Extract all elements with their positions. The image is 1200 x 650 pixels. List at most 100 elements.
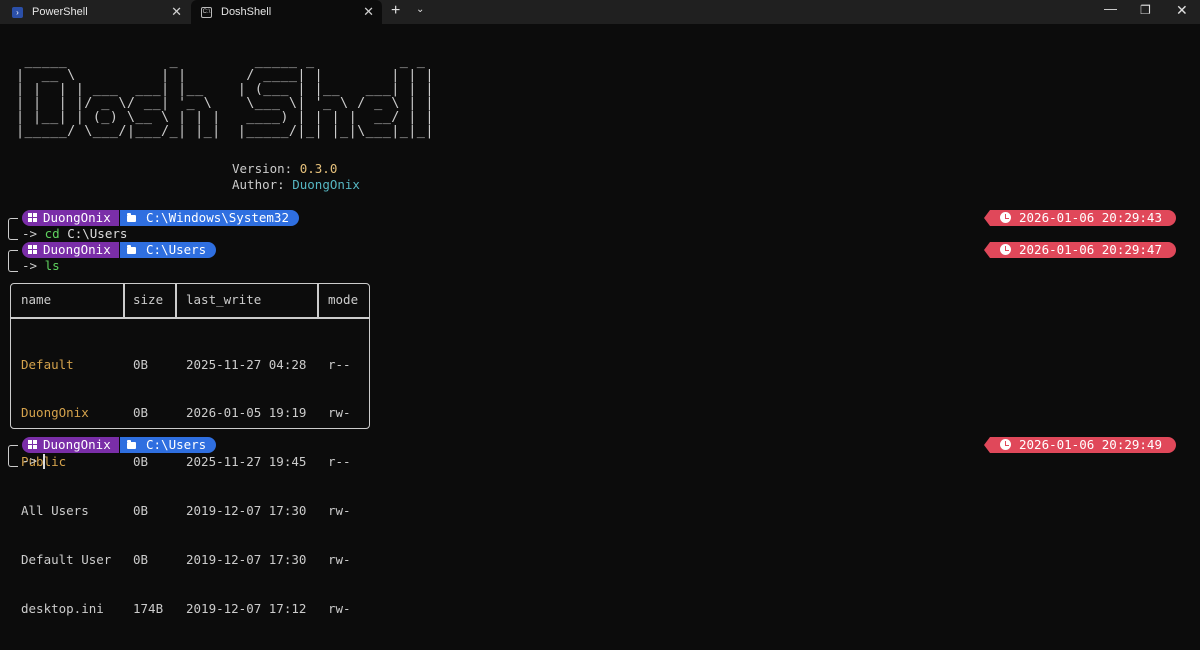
version-value: 0.3.0 [299,161,338,176]
user-name: DuongOnix [43,242,111,257]
table-cell-last-write: 2019-12-07 17:30 [186,552,307,568]
new-tab-button[interactable]: + [391,2,400,20]
table-cell-size: 0B [133,454,149,470]
ascii-line: | | | |/ _ \/ __| '_ \ \___ \| '_ \ / _ … [16,95,434,111]
close-window-button[interactable]: ✕ [1176,2,1188,19]
table-cell-name: Default User [21,552,112,568]
prompt-arrow: -> [22,258,38,273]
command-name: cd [44,226,60,241]
tab-powershell[interactable]: › PowerShell ✕ [0,0,190,24]
timestamp-segment: 2026-01-06 20:29:49 [984,437,1176,453]
table-cell-last-write: 2026-01-05 19:19 [186,405,307,421]
prompt-arrow: -> [22,453,38,468]
table-cell-mode: rw- [328,405,351,421]
author-line: Author: DuongOnix [232,177,360,192]
ascii-banner: _____ _ _____ _ _ _ | __ \ | | / ____| |… [16,54,434,138]
user-segment: DuongOnix [22,210,119,226]
column-divider [317,284,319,317]
ls-output-table: name size last_write mode Default DuongO… [10,283,370,616]
column-divider [123,284,125,317]
terminal-area[interactable]: _____ _ _____ _ _ _ | __ \ | | / ____| |… [0,24,1200,644]
table-cell-size: 0B [133,356,149,372]
tab-label: PowerShell [32,6,88,18]
user-segment: DuongOnix [22,437,119,453]
command-line[interactable]: -> [22,453,45,469]
mode-column: r-- rw- r-- rw- rw- rw- [328,324,373,650]
timestamp: 2026-01-06 20:29:43 [1019,210,1162,225]
timestamp-segment: 2026-01-06 20:29:43 [984,210,1176,226]
command-line: -> cd C:\Users [22,226,127,242]
text-cursor [43,454,45,469]
prompt-arrow: -> [22,226,38,241]
table-cell-last-write: 2025-11-27 19:45 [186,454,307,470]
windows-icon [28,213,37,222]
table-cell-size: 0B [133,405,149,421]
command-arg: C:\Users [67,226,128,241]
ascii-line: _____ _ _____ _ _ _ [16,53,434,69]
timestamp-segment: 2026-01-06 20:29:47 [984,242,1176,258]
author-value: DuongOnix [292,177,360,192]
table-cell-mode: rw- [328,601,351,617]
tab-doshshell[interactable]: C:\ DoshShell ✕ [191,0,382,24]
timestamp: 2026-01-06 20:29:49 [1019,437,1162,452]
table-cell-size: 0B [133,552,149,568]
table-cell-size: 174B [133,601,164,617]
last-write-column: 2025-11-27 04:28 2026-01-05 19:19 2025-1… [186,324,306,650]
version-line: Version: 0.3.0 [232,161,337,176]
name-column: Default DuongOnix Public All Users Defau… [21,324,111,650]
user-name: DuongOnix [43,210,111,225]
table-cell-last-write: 2025-11-27 04:28 [186,356,307,372]
prompt-connector [8,218,18,240]
table-cell-mode: r-- [328,356,351,372]
path-text: C:\Windows\System32 [146,210,289,225]
ascii-line: |_____/ \___/|___/_| |_| |_____/|_| |_|\… [16,123,434,139]
clock-icon [1000,439,1011,450]
prompt-connector [8,250,18,272]
clock-icon [1000,212,1011,223]
size-column: 0B 0B 0B 0B 0B 174B [133,324,178,650]
table-cell-name: desktop.ini [21,601,104,617]
version-label: Version: [232,161,300,176]
path-segment: C:\Windows\System32 [120,210,299,226]
user-segment: DuongOnix [22,242,119,258]
powershell-icon: › [12,6,23,18]
ascii-line: | |__| | (_) \__ \ | | | ____) | | | | _… [16,109,434,125]
windows-icon [28,440,37,449]
path-segment: C:\Users [120,437,217,453]
path-text: C:\Users [146,437,207,452]
table-cell-mode: rw- [328,503,351,519]
clock-icon [1000,244,1011,255]
ascii-line: | | | | ___ ___| |__ | (___ | |__ ___| |… [16,81,434,97]
folder-icon [127,213,136,222]
column-header-mode: mode [328,292,359,307]
table-cell-name: DuongOnix [21,405,89,421]
tab-label: DoshShell [221,6,272,18]
tab-bar: › PowerShell ✕ C:\ DoshShell ✕ + ⌄ — ❐ ✕ [0,0,1200,24]
table-cell-last-write: 2019-12-07 17:30 [186,503,307,519]
tab-close-icon[interactable]: ✕ [363,4,374,20]
ascii-line: | __ \ | | / ____| | | | | [16,67,434,83]
command-line: -> ls [22,258,60,274]
chevron-down-icon[interactable]: ⌄ [416,4,424,15]
column-header-size: size [133,292,164,307]
table-cell-size: 0B [133,503,149,519]
terminal-icon: C:\ [201,6,212,18]
table-cell-name: All Users [21,503,89,519]
column-divider [175,284,177,317]
path-segment: C:\Users [120,242,217,258]
table-cell-last-write: 2019-12-07 17:12 [186,601,307,617]
user-name: DuongOnix [43,437,111,452]
minimize-button[interactable]: — [1104,1,1117,16]
author-label: Author: [232,177,293,192]
table-cell-name: Default [21,356,74,372]
header-divider [11,317,369,319]
folder-icon [127,245,136,254]
table-cell-mode: r-- [328,454,351,470]
folder-icon [127,440,136,449]
windows-icon [28,245,37,254]
maximize-button[interactable]: ❐ [1140,3,1151,17]
tab-close-icon[interactable]: ✕ [171,4,182,20]
column-header-last-write: last_write [186,292,262,307]
command-name: ls [44,258,60,273]
prompt-connector [8,445,18,467]
